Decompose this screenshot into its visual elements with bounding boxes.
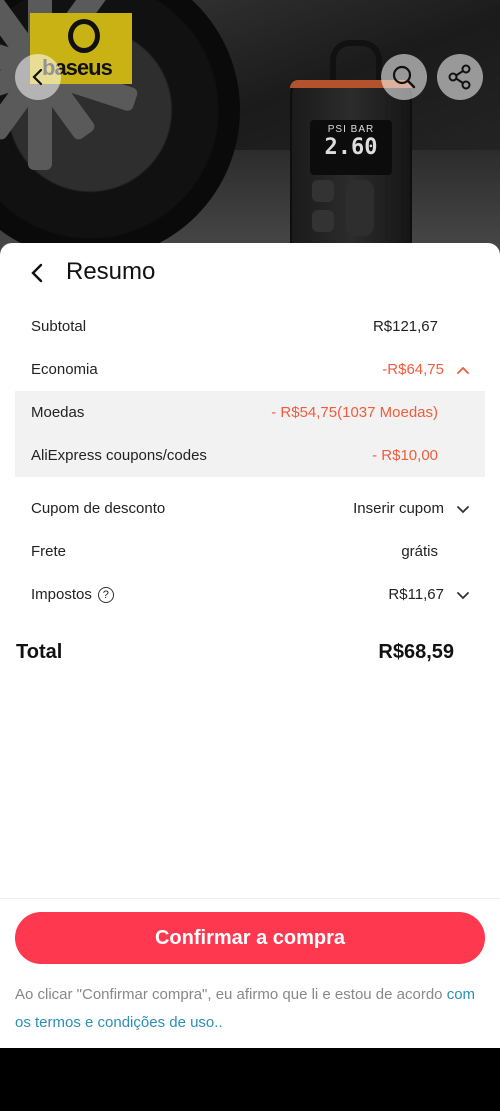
confirm-purchase-button[interactable]: Confirmar a compra — [15, 912, 485, 964]
footer-divider — [0, 898, 500, 899]
impostos-value: R$11,67 — [388, 586, 444, 603]
subtotal-value: R$121,67 — [372, 318, 438, 335]
chevron-down-icon[interactable] — [456, 588, 470, 602]
coupons-row: AliExpress coupons/codes - R$10,00 — [0, 434, 500, 477]
product-hero-image: PSI BAR 2.60 baseus — [0, 0, 500, 260]
legal-text: Ao clicar "Confirmar compra", eu afirmo … — [15, 986, 447, 1003]
total-label: Total — [16, 641, 63, 663]
pump-screen: PSI BAR 2.60 — [310, 120, 392, 175]
share-button[interactable] — [437, 54, 483, 100]
impostos-label: Impostos — [31, 585, 92, 603]
cupom-label: Cupom de desconto — [31, 500, 166, 517]
share-icon — [448, 64, 471, 90]
summary-title: Resumo — [66, 258, 156, 285]
search-button[interactable] — [381, 54, 427, 100]
impostos-row[interactable]: Impostos? R$11,67 — [0, 573, 500, 616]
subtotal-label: Subtotal — [31, 318, 87, 335]
economia-value: -R$64,75 — [382, 361, 444, 378]
summary-sheet: Resumo Subtotal R$121,67 Economia -R$64,… — [0, 243, 500, 1048]
moedas-value: - R$54,75(1037 Moedas) — [271, 404, 438, 421]
subtotal-row: Subtotal R$121,67 — [0, 305, 500, 348]
total-value: R$68,59 — [378, 641, 454, 663]
total-row: Total R$68,59 — [0, 635, 500, 675]
economia-label: Economia — [31, 361, 98, 378]
frete-row: Frete grátis — [0, 530, 500, 573]
chevron-left-icon — [32, 68, 43, 86]
frete-label: Frete — [31, 543, 67, 560]
cupom-value[interactable]: Inserir cupom — [353, 500, 444, 517]
summary-header: Resumo — [0, 243, 500, 303]
moedas-label: Moedas — [31, 404, 85, 421]
pump-screen-value: 2.60 — [324, 135, 378, 160]
cupom-row[interactable]: Cupom de desconto Inserir cupom — [0, 487, 500, 530]
frete-value: grátis — [401, 543, 438, 560]
pump-screen-label: PSI BAR — [327, 124, 375, 135]
moedas-row: Moedas - R$54,75(1037 Moedas) — [0, 391, 500, 434]
chevron-up-icon[interactable] — [456, 363, 470, 377]
back-button[interactable] — [15, 54, 61, 100]
air-pump-device: PSI BAR 2.60 — [290, 80, 412, 260]
impostos-label-wrap: Impostos? — [31, 586, 114, 604]
search-icon — [392, 65, 416, 89]
help-icon[interactable]: ? — [97, 586, 114, 603]
coupons-label: AliExpress coupons/codes — [31, 447, 207, 464]
chevron-down-icon[interactable] — [456, 502, 470, 516]
coupons-value: - R$10,00 — [372, 447, 438, 464]
legal-notice: Ao clicar "Confirmar compra", eu afirmo … — [15, 981, 485, 1037]
back-arrow-icon[interactable] — [26, 261, 50, 285]
economia-row[interactable]: Economia -R$64,75 — [0, 348, 500, 391]
